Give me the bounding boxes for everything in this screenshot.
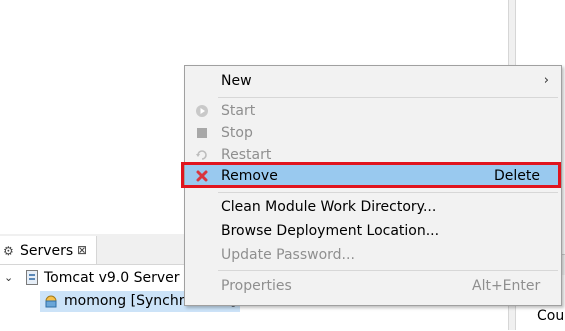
- menu-item-update-password[interactable]: Update Password...: [185, 244, 561, 266]
- servers-icon: ⚙: [3, 244, 14, 258]
- start-icon: [196, 105, 208, 117]
- menu-item-label: Clean Module Work Directory...: [221, 199, 437, 215]
- module-icon: [45, 295, 57, 308]
- menu-separator: [218, 97, 558, 98]
- menu-item-label: Start: [221, 103, 256, 119]
- server-icon: [26, 270, 38, 285]
- chevron-right-icon: ›: [543, 73, 549, 88]
- close-icon[interactable]: ⊠: [77, 243, 87, 257]
- restart-icon: [196, 150, 207, 160]
- servers-tab-label[interactable]: Servers: [20, 243, 73, 259]
- chevron-down-icon[interactable]: ⌄: [4, 271, 13, 284]
- menu-item-label: Properties: [221, 278, 292, 294]
- menu-item-stop[interactable]: Stop: [185, 122, 561, 144]
- remove-highlight-box: [181, 162, 561, 188]
- right-panel-label: Cou: [537, 308, 565, 324]
- menu-item-label: New: [221, 73, 252, 89]
- menu-item-properties[interactable]: Properties Alt+Enter: [185, 275, 561, 297]
- stop-icon: [197, 128, 207, 138]
- server-label[interactable]: Tomcat v9.0 Server a: [44, 270, 193, 286]
- menu-separator: [218, 192, 558, 193]
- menu-item-start[interactable]: Start: [185, 100, 561, 122]
- menu-item-shortcut: Alt+Enter: [472, 278, 541, 294]
- menu-item-label: Browse Deployment Location...: [221, 223, 440, 239]
- menu-item-browse-deployment-location[interactable]: Browse Deployment Location...: [185, 220, 561, 242]
- menu-separator: [218, 270, 558, 271]
- menu-item-label: Restart: [221, 147, 272, 163]
- menu-item-new[interactable]: New ›: [185, 70, 561, 92]
- menu-item-label: Stop: [221, 125, 253, 141]
- menu-item-clean-module-work-directory[interactable]: Clean Module Work Directory...: [185, 196, 561, 218]
- menu-item-label: Update Password...: [221, 247, 355, 263]
